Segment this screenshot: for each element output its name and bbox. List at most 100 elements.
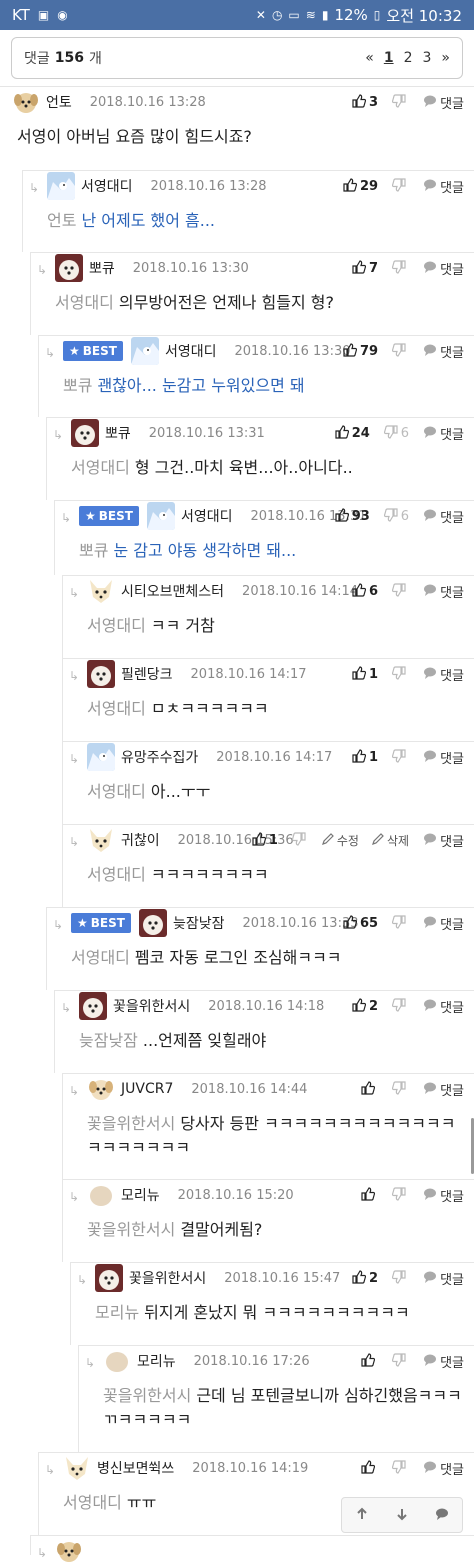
mention[interactable]: 언토 [47,211,76,230]
mention[interactable]: 모리뉴 [95,1303,139,1322]
downvote-button[interactable] [392,93,409,112]
downvote-button[interactable] [392,1459,409,1478]
scroll-up-icon[interactable] [355,1506,369,1525]
upvote-button[interactable]: 29 [343,177,378,196]
page-1[interactable]: 1 [384,50,394,66]
avatar[interactable] [87,577,115,605]
nickname[interactable]: JUVCR7 [121,1081,173,1097]
downvote-button[interactable] [392,1186,409,1205]
downvote-button[interactable] [392,997,409,1016]
mention[interactable]: 꽃을위한서시 [87,1114,175,1133]
avatar[interactable] [95,1264,123,1292]
mention[interactable]: 서영대디 [87,699,146,718]
downvote-button[interactable] [392,1080,409,1099]
upvote-button[interactable]: 65 [343,914,378,933]
mention[interactable]: 뽀큐 [79,541,108,560]
nickname[interactable]: 서영대디 [81,176,133,196]
nickname[interactable]: 시티오브맨체스터 [121,581,224,601]
nickname[interactable]: 모리뉴 [137,1351,176,1371]
downvote-button[interactable] [392,1269,409,1288]
mention[interactable]: 꽃을위한서시 [87,1220,175,1239]
mention[interactable]: 서영대디 [71,948,130,967]
avatar[interactable] [47,172,75,200]
avatar[interactable] [87,660,115,688]
reply-button[interactable]: 댓글 [423,665,464,684]
reply-button[interactable]: 댓글 [423,342,464,361]
page-2[interactable]: 2 [404,50,413,66]
page-last[interactable]: » [441,50,450,66]
nickname[interactable]: 뽀큐 [105,423,131,443]
avatar[interactable] [87,1075,115,1103]
page-3[interactable]: 3 [423,50,432,66]
downvote-button[interactable] [392,259,409,278]
avatar[interactable] [55,254,83,282]
upvote-button[interactable] [361,1186,378,1205]
nickname[interactable]: 모리뉴 [121,1185,160,1205]
downvote-button[interactable] [392,342,409,361]
avatar[interactable] [79,992,107,1020]
avatar[interactable] [12,88,40,116]
edit-button[interactable]: 수정 [321,832,359,849]
reply-button[interactable]: 댓글 [423,1269,464,1288]
reply-button[interactable]: 댓글 [423,748,464,767]
mention[interactable]: 서영대디 [55,293,114,312]
nickname[interactable]: 꽃을위한서시 [129,1268,206,1288]
page-first[interactable]: « [365,50,374,66]
reply-button[interactable]: 댓글 [423,831,464,850]
mention[interactable]: 서영대디 [87,782,146,801]
downvote-button[interactable] [392,665,409,684]
downvote-button[interactable] [392,1352,409,1371]
mention[interactable]: 서영대디 [63,1493,122,1512]
avatar[interactable] [71,419,99,447]
reply-button[interactable]: 댓글 [423,259,464,278]
avatar[interactable] [87,1181,115,1209]
downvote-button[interactable] [392,177,409,196]
upvote-button[interactable]: 1 [352,748,378,767]
reply-button[interactable]: 댓글 [423,1080,464,1099]
reply-button[interactable]: 댓글 [423,424,464,443]
nickname[interactable]: 유망주수집가 [121,747,198,767]
avatar[interactable] [130,337,159,365]
nickname[interactable]: 필렌당크 [121,664,173,684]
avatar[interactable] [146,502,175,530]
nickname[interactable]: 언토 [46,92,72,112]
delete-button[interactable]: 삭제 [371,832,409,849]
nickname[interactable]: 늦잠낮잠 [173,913,225,933]
reply-button[interactable]: 댓글 [423,177,464,196]
mention[interactable]: 뽀큐 [63,376,92,395]
reply-button[interactable]: 댓글 [423,507,464,526]
nickname[interactable]: 꽃을위한서시 [113,996,190,1016]
upvote-button[interactable]: 24 [335,424,370,443]
downvote-button[interactable] [392,748,409,767]
nickname[interactable]: 뽀큐 [89,258,115,278]
downvote-button[interactable]: 6 [383,507,409,526]
nickname[interactable]: 서영대디 [181,506,233,526]
mention[interactable]: 서영대디 [71,458,130,477]
reply-button[interactable]: 댓글 [423,1459,464,1478]
upvote-button[interactable] [361,1459,378,1478]
nickname[interactable]: 서영대디 [165,341,217,361]
nickname[interactable]: 병신보면쒹쓰 [97,1458,174,1478]
avatar[interactable] [138,909,167,937]
reply-button[interactable]: 댓글 [423,1352,464,1371]
reply-button[interactable]: 댓글 [423,997,464,1016]
comment-icon[interactable] [435,1506,449,1525]
reply-button[interactable]: 댓글 [423,914,464,933]
upvote-button[interactable] [361,1352,378,1371]
nickname[interactable]: 귀찮이 [121,830,160,850]
avatar[interactable] [87,743,115,771]
upvote-button[interactable]: 1 [252,831,278,850]
downvote-button[interactable]: 6 [383,424,409,443]
upvote-button[interactable]: 93 [335,507,370,526]
upvote-button[interactable]: 79 [343,342,378,361]
upvote-button[interactable]: 6 [352,582,378,601]
avatar[interactable] [63,1454,91,1482]
downvote-button[interactable] [392,582,409,601]
upvote-button[interactable] [361,1080,378,1099]
downvote-button[interactable] [392,914,409,933]
mention[interactable]: 꽃을위한서시 [103,1386,191,1405]
scroll-down-icon[interactable] [395,1506,409,1525]
avatar[interactable] [87,826,115,854]
avatar[interactable] [55,1537,83,1565]
reply-button[interactable]: 댓글 [423,1186,464,1205]
